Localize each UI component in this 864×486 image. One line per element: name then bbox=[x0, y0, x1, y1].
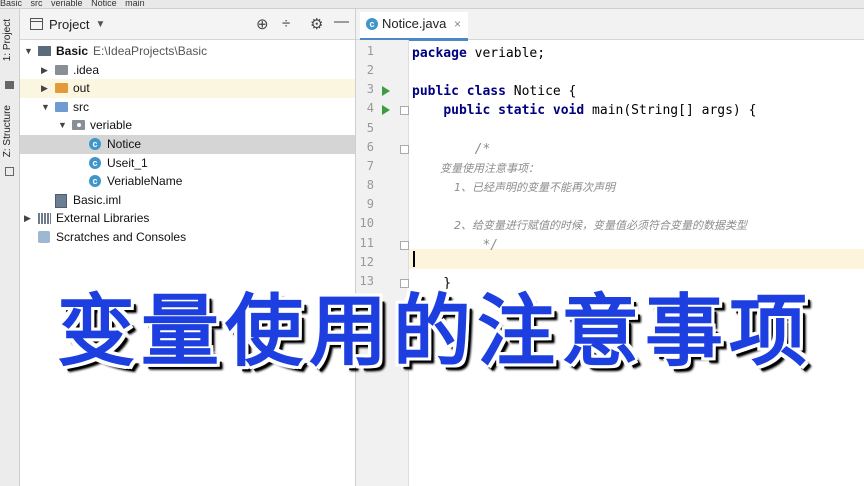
line-number: 6 bbox=[366, 139, 374, 154]
line-number: 12 bbox=[359, 254, 374, 269]
tree-item[interactable]: ▶ out bbox=[20, 79, 355, 99]
java-class-icon: c bbox=[89, 156, 101, 169]
video-caption-overlay: 变量使用的注意事项 bbox=[56, 287, 813, 377]
tree-item-label: Scratches and Consoles bbox=[56, 230, 187, 244]
project-tool-icon[interactable] bbox=[5, 81, 14, 89]
tree-item[interactable]: Scratches and Consoles bbox=[20, 228, 355, 247]
code-line: */ bbox=[412, 237, 499, 253]
fold-marker-icon[interactable] bbox=[400, 144, 409, 154]
fold-marker-icon[interactable] bbox=[400, 240, 409, 250]
tree-item[interactable]: ▼ src bbox=[20, 98, 355, 117]
line-number: 7 bbox=[366, 158, 374, 173]
line-number: 10 bbox=[359, 216, 374, 231]
chevron-down-icon[interactable]: ▼ bbox=[95, 19, 105, 30]
editor-area: c Notice.java × 1 2 3 4 5 6 7 8 9 10 11 12 13 14 pack… bbox=[356, 9, 864, 486]
breadcrumb-item[interactable]: veriable bbox=[51, 0, 83, 8]
code-line: /* bbox=[412, 141, 491, 157]
editor-tab-bar: c Notice.java × bbox=[356, 9, 864, 41]
tool-tab-structure[interactable]: Z: Structure bbox=[2, 105, 13, 157]
chevron-right-icon[interactable]: ▶ bbox=[41, 61, 51, 80]
project-panel-title[interactable]: Project bbox=[49, 17, 89, 32]
source-folder-icon bbox=[55, 101, 68, 112]
java-class-icon: c bbox=[366, 18, 378, 30]
code-line: 2、给变量进行赋值的时候，变量值必须符合变量的数据类型 bbox=[412, 219, 747, 233]
chevron-down-icon[interactable]: ▼ bbox=[41, 98, 51, 117]
line-gutter: 1 2 3 4 5 6 7 8 9 10 11 12 13 14 bbox=[356, 40, 409, 486]
run-icon[interactable] bbox=[382, 86, 390, 97]
run-icon[interactable] bbox=[382, 105, 390, 116]
structure-tool-icon[interactable] bbox=[5, 167, 14, 176]
breadcrumb: Basic src veriable Notice main bbox=[0, 0, 864, 9]
chevron-down-icon[interactable]: ▼ bbox=[58, 116, 68, 135]
chevron-right-icon[interactable]: ▶ bbox=[41, 79, 51, 98]
breadcrumb-item[interactable]: Notice bbox=[91, 0, 117, 8]
tree-item[interactable]: Basic.iml bbox=[20, 191, 355, 210]
line-number: 11 bbox=[359, 235, 374, 250]
project-view-icon bbox=[30, 18, 43, 30]
project-tree: ▼ Basic E:\IdeaProjects\Basic ▶ .idea ▶ out ▼ sr… bbox=[20, 39, 355, 486]
line-number: 4 bbox=[366, 101, 374, 116]
tree-item-label: src bbox=[73, 99, 89, 114]
scratches-icon bbox=[38, 231, 50, 243]
tree-item-label: Basic E:\IdeaProjects\Basic bbox=[56, 44, 208, 58]
chevron-right-icon[interactable]: ▶ bbox=[24, 209, 34, 228]
line-number: 3 bbox=[366, 82, 374, 97]
tree-item[interactable]: ▶ External Libraries bbox=[20, 209, 355, 228]
module-icon bbox=[38, 46, 51, 56]
close-icon[interactable]: × bbox=[454, 12, 461, 36]
gear-icon[interactable]: ⚙ bbox=[310, 15, 323, 33]
line-number: 5 bbox=[366, 120, 374, 135]
hide-panel-icon[interactable]: — bbox=[334, 13, 349, 30]
chevron-down-icon[interactable]: ▼ bbox=[24, 42, 34, 61]
tree-item[interactable]: c VeriableName bbox=[20, 172, 355, 191]
tree-item[interactable]: c Notice bbox=[20, 135, 355, 154]
collapse-all-icon[interactable]: ÷ bbox=[282, 15, 290, 32]
java-class-icon: c bbox=[89, 138, 101, 150]
tab-notice-java[interactable]: c Notice.java × bbox=[360, 12, 468, 41]
project-panel: Project ▼ ⊕ ÷ ⚙ — ▼ Basic E:\IdeaProjects\… bbox=[20, 9, 356, 486]
tree-item-path: E:\IdeaProjects\Basic bbox=[93, 44, 208, 58]
tree-item-label: out bbox=[73, 81, 90, 96]
line-number: 2 bbox=[366, 63, 374, 78]
tree-item-label: External Libraries bbox=[56, 211, 150, 226]
iml-file-icon bbox=[55, 193, 67, 208]
folder-icon bbox=[55, 83, 68, 94]
java-class-icon: c bbox=[89, 175, 101, 188]
tool-window-strip: 1: Project Z: Structure bbox=[0, 9, 20, 486]
tree-item[interactable]: ▶ .idea bbox=[20, 61, 355, 80]
locate-icon[interactable]: ⊕ bbox=[256, 15, 269, 33]
package-icon bbox=[72, 120, 85, 131]
code-line: public static void main(String[] args) { bbox=[443, 103, 757, 119]
tree-item[interactable]: ▼ veriable bbox=[20, 116, 355, 135]
breadcrumb-item[interactable]: Basic bbox=[0, 0, 22, 8]
code-line: package veriable; bbox=[412, 46, 546, 61]
tree-item-label: veriable bbox=[90, 118, 133, 133]
tree-item[interactable]: ▼ Basic E:\IdeaProjects\Basic bbox=[20, 42, 355, 61]
line-number: 1 bbox=[366, 44, 374, 58]
folder-icon bbox=[55, 64, 68, 75]
fold-marker-icon[interactable] bbox=[400, 106, 409, 116]
tree-item-label: VeriableName bbox=[107, 174, 183, 189]
code-line: public class Notice { bbox=[412, 84, 577, 100]
code-line: 变量使用注意事项： bbox=[412, 161, 539, 175]
tab-label: Notice.java bbox=[382, 16, 447, 31]
tree-item-label: Useit_1 bbox=[107, 155, 148, 170]
libraries-icon bbox=[38, 213, 51, 225]
line-number: 9 bbox=[366, 197, 374, 212]
breadcrumb-item[interactable]: src bbox=[31, 0, 43, 8]
tree-item[interactable]: c Useit_1 bbox=[20, 154, 355, 173]
text-caret bbox=[413, 251, 415, 267]
breadcrumb-item[interactable]: main bbox=[125, 0, 145, 8]
project-panel-header: Project ▼ ⊕ ÷ ⚙ — bbox=[20, 9, 355, 40]
code-line: 1、已经声明的变量不能再次声明 bbox=[412, 181, 615, 195]
tree-item-label: .idea bbox=[73, 62, 100, 77]
tool-tab-project[interactable]: 1: Project bbox=[2, 19, 13, 61]
line-number: 8 bbox=[366, 178, 374, 193]
tree-item-label: Notice bbox=[107, 137, 142, 151]
tree-item-label: Basic.iml bbox=[73, 192, 122, 207]
